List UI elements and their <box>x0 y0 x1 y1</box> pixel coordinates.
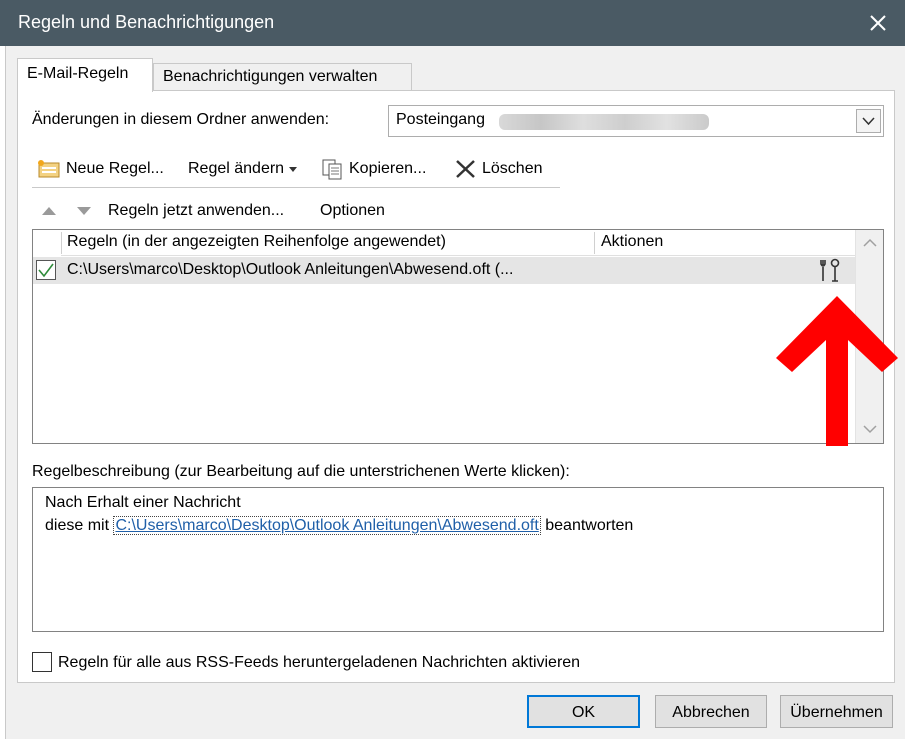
delete-icon <box>456 160 475 178</box>
copy-button[interactable]: Kopieren... <box>321 155 426 183</box>
column-header-rules-label: Regeln (in der angezeigten Reihenfolge a… <box>67 233 446 250</box>
chevron-down-icon <box>862 117 875 126</box>
cancel-button[interactable]: Abbrechen <box>655 695 767 728</box>
options-button[interactable]: Optionen <box>320 197 385 225</box>
rss-rules-checkbox[interactable] <box>32 652 52 672</box>
rss-rules-label: Regeln für alle aus RSS-Feeds herunterge… <box>58 654 581 671</box>
background-window-edge <box>0 46 6 739</box>
new-rule-label: Neue Regel... <box>66 160 164 177</box>
window-title: Regeln und Benachrichtigungen <box>18 12 275 32</box>
change-rule-label: Regel ändern <box>188 160 285 177</box>
blurred-account-name <box>499 114 709 130</box>
copy-icon <box>322 159 342 180</box>
column-header-rules[interactable]: Regeln (in der angezeigten Reihenfolge a… <box>61 230 595 256</box>
rule-name: C:\Users\marco\Desktop\Outlook Anleitung… <box>67 261 514 278</box>
column-header-actions[interactable]: Aktionen <box>595 230 855 256</box>
close-button[interactable] <box>861 6 895 40</box>
folder-select[interactable]: Posteingang <box>388 105 884 137</box>
tab-email-rules-label: E-Mail-Regeln <box>27 65 129 82</box>
description-prefix: diese mit <box>45 517 114 534</box>
ok-button[interactable]: OK <box>527 695 640 728</box>
rule-enabled-checkbox[interactable] <box>36 260 56 280</box>
tab-manage-alerts-label: Benachrichtigungen verwalten <box>163 68 378 85</box>
tools-icon <box>820 258 840 282</box>
description-label: Regelbeschreibung (zur Bearbeitung auf d… <box>32 463 570 480</box>
apply-rules-now-label: Regeln jetzt anwenden... <box>108 202 285 219</box>
rules-list[interactable]: Regeln (in der angezeigten Reihenfolge a… <box>32 229 884 444</box>
description-line-1: Nach Erhalt einer Nachricht <box>45 494 241 511</box>
dropdown-arrow-icon <box>289 167 298 172</box>
template-link[interactable]: C:\Users\marco\Desktop\Outlook Anleitung… <box>113 516 541 535</box>
move-up-button[interactable] <box>40 197 58 225</box>
rule-description-box: Nach Erhalt einer Nachricht diese mit C:… <box>32 487 884 632</box>
tab-email-rules[interactable]: E-Mail-Regeln <box>17 58 153 92</box>
move-down-button[interactable] <box>75 197 93 225</box>
new-rule-icon <box>38 160 60 178</box>
table-row[interactable]: C:\Users\marco\Desktop\Outlook Anleitung… <box>33 257 855 284</box>
arrow-up-icon <box>42 207 56 215</box>
arrow-down-icon <box>77 207 91 215</box>
rules-panel: Änderungen in diesem Ordner anwenden: Po… <box>17 90 895 683</box>
description-line-2: diese mit C:\Users\marco\Desktop\Outlook… <box>45 516 634 535</box>
tab-manage-alerts[interactable]: Benachrichtigungen verwalten <box>153 63 412 91</box>
copy-label: Kopieren... <box>349 160 427 177</box>
column-header-actions-label: Aktionen <box>601 233 664 250</box>
options-label: Optionen <box>320 202 385 219</box>
folder-select-value: Posteingang <box>396 111 485 128</box>
scroll-up-icon[interactable] <box>862 238 878 248</box>
apply-rules-now-button[interactable]: Regeln jetzt anwenden... <box>108 197 284 225</box>
checkmark-icon <box>38 263 54 278</box>
red-arrow-annotation <box>776 296 898 446</box>
title-bar: Regeln und Benachrichtigungen <box>0 0 905 46</box>
description-suffix: beantworten <box>540 517 634 534</box>
delete-label: Löschen <box>482 160 543 177</box>
folder-label: Änderungen in diesem Ordner anwenden: <box>32 111 330 128</box>
apply-button[interactable]: Übernehmen <box>780 695 893 728</box>
change-rule-button[interactable]: Regel ändern <box>188 155 298 183</box>
close-icon <box>870 15 886 31</box>
delete-button[interactable]: Löschen <box>454 155 543 183</box>
folder-dropdown-button[interactable] <box>856 109 881 133</box>
new-rule-button[interactable]: Neue Regel... <box>36 155 164 183</box>
column-separator <box>61 232 62 254</box>
toolbar-divider <box>32 187 560 188</box>
